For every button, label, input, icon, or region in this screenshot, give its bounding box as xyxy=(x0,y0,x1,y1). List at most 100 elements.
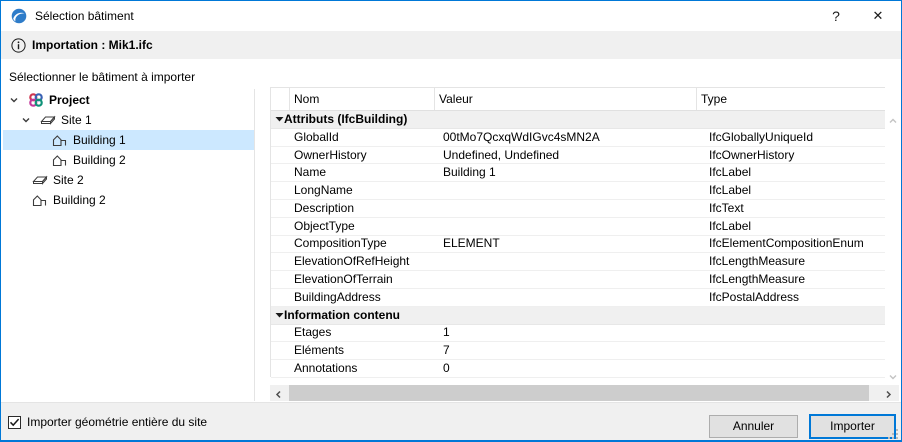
table-row[interactable]: NameBuilding 1IfcLabel xyxy=(271,164,885,182)
table-header: NomValeurType xyxy=(271,88,885,111)
tree-item-building-2[interactable]: Building 2 xyxy=(3,150,254,170)
collapse-triangle-icon[interactable] xyxy=(271,311,284,320)
scroll-left-icon[interactable] xyxy=(274,388,283,397)
cell-nom: OwnerHistory xyxy=(290,147,439,164)
table-row[interactable]: ElevationOfTerrainIfcLengthMeasure xyxy=(271,271,885,289)
cell-nom: CompositionType xyxy=(290,235,439,252)
tree-item-site-2[interactable]: Site 2 xyxy=(3,170,254,190)
cell-type: IfcElementCompositionEnum xyxy=(705,235,897,252)
import-button[interactable]: Importer xyxy=(809,414,896,439)
table-row[interactable]: ObjectTypeIfcLabel xyxy=(271,218,885,236)
cell-valeur: 1 xyxy=(439,324,705,341)
table-row[interactable]: Eléments7 xyxy=(271,342,885,360)
column-header-nom[interactable]: Nom xyxy=(290,88,435,110)
cell-nom: Annotations xyxy=(290,360,439,377)
tree-indent xyxy=(33,130,51,150)
tree-item-building-2[interactable]: Building 2 xyxy=(3,190,254,210)
cell-nom: Name xyxy=(290,164,439,181)
cell-type: IfcLabel xyxy=(705,218,897,235)
tree-item-label: Building 2 xyxy=(68,153,126,167)
title-bar: Sélection bâtiment ? ✕ xyxy=(1,1,901,31)
cell-type: IfcLengthMeasure xyxy=(705,271,897,288)
scroll-up-icon[interactable] xyxy=(888,115,898,125)
table-row[interactable]: Etages1 xyxy=(271,325,885,343)
cell-nom: GlobalId xyxy=(290,129,439,146)
tree-indent xyxy=(21,190,31,210)
table-body: Attributs (IfcBuilding) GlobalId00tMo7Qcx… xyxy=(271,111,885,378)
app-logo-icon xyxy=(11,8,27,24)
table-row[interactable]: Annotations0 xyxy=(271,360,885,378)
cell-type: IfcGloballyUniqueId xyxy=(705,129,897,146)
resize-grip-icon[interactable] xyxy=(886,427,898,439)
collapse-triangle-icon[interactable] xyxy=(271,115,284,124)
cell-nom: ObjectType xyxy=(290,218,439,235)
cell-type: IfcOwnerHistory xyxy=(705,147,897,164)
cell-type: IfcLabel xyxy=(705,164,897,181)
cell-type: IfcPostalAddress xyxy=(705,289,897,306)
horizontal-scrollbar[interactable] xyxy=(270,385,899,401)
cell-valeur: 7 xyxy=(439,342,705,359)
tree-item-project[interactable]: Project xyxy=(3,90,254,110)
select-building-label: Sélectionner le bâtiment à importer xyxy=(9,70,195,84)
header-gutter xyxy=(271,88,290,110)
cell-valeur: Building 1 xyxy=(439,164,705,181)
cancel-button[interactable]: Annuler xyxy=(709,415,798,438)
cell-nom: LongName xyxy=(290,182,439,199)
tree-item-label: Site 2 xyxy=(48,173,84,187)
section-title: Information contenu xyxy=(284,308,400,322)
building-icon xyxy=(31,192,48,208)
tree-item-label: Site 1 xyxy=(56,113,92,127)
table-row[interactable]: LongNameIfcLabel xyxy=(271,182,885,200)
cell-nom: Etages xyxy=(290,324,439,341)
table-row[interactable]: DescriptionIfcText xyxy=(271,200,885,218)
cell-type: IfcLengthMeasure xyxy=(705,253,897,270)
table-row[interactable]: BuildingAddressIfcPostalAddress xyxy=(271,289,885,307)
table-row[interactable]: GlobalId00tMo7QcxqWdIGvc4sMN2AIfcGloball… xyxy=(271,129,885,147)
site-icon xyxy=(39,112,56,128)
cell-valeur: 00tMo7QcxqWdIGvc4sMN2A xyxy=(439,129,705,146)
cell-nom: BuildingAddress xyxy=(290,289,439,306)
tree-indent xyxy=(33,150,51,170)
cell-type: IfcText xyxy=(705,200,897,217)
properties-table: NomValeurType Attributs (IfcBuilding) Glo… xyxy=(270,87,885,377)
tree-item-label: Building 1 xyxy=(68,133,126,147)
tree-item-label: Project xyxy=(44,93,90,107)
panel-divider xyxy=(254,89,255,401)
cell-valeur: Undefined, Undefined xyxy=(439,147,705,164)
checkbox-box[interactable] xyxy=(8,416,21,429)
cell-nom: Eléments xyxy=(290,342,439,359)
tree-item-label: Building 2 xyxy=(48,193,106,207)
scroll-right-icon[interactable] xyxy=(884,388,893,397)
vertical-scrollbar[interactable] xyxy=(885,111,901,385)
scrollbar-thumb[interactable] xyxy=(289,385,869,401)
help-button[interactable]: ? xyxy=(819,1,853,31)
tree-item-building-1[interactable]: Building 1 xyxy=(3,130,254,150)
tree-item-site-1[interactable]: Site 1 xyxy=(3,110,254,130)
building-icon xyxy=(51,132,68,148)
cell-type: IfcLabel xyxy=(705,182,897,199)
table-row[interactable]: ElevationOfRefHeightIfcLengthMeasure xyxy=(271,253,885,271)
table-section-header[interactable]: Attributs (IfcBuilding) xyxy=(271,111,885,129)
chevron-down-icon[interactable] xyxy=(21,110,39,130)
cell-nom: Description xyxy=(290,200,439,217)
import-file-label: Importation : Mik1.ifc xyxy=(32,31,153,59)
table-row[interactable]: CompositionTypeELEMENTIfcElementComposit… xyxy=(271,236,885,254)
scroll-down-icon[interactable] xyxy=(888,371,898,381)
import-site-geometry-checkbox[interactable]: Importer géométrie entière du site xyxy=(8,415,207,429)
checkbox-label: Importer géométrie entière du site xyxy=(21,415,207,429)
cell-valeur: ELEMENT xyxy=(439,235,705,252)
column-header-valeur[interactable]: Valeur xyxy=(435,88,697,110)
column-header-type[interactable]: Type xyxy=(697,88,885,110)
building-icon xyxy=(51,152,68,168)
building-selection-dialog: Sélection bâtiment ? ✕ Importation : Mik… xyxy=(0,0,902,442)
table-row[interactable]: OwnerHistoryUndefined, UndefinedIfcOwner… xyxy=(271,147,885,165)
project-icon xyxy=(27,92,44,108)
cell-nom: ElevationOfRefHeight xyxy=(290,253,439,270)
chevron-down-icon[interactable] xyxy=(9,90,27,110)
building-tree: Project Site 1 Building 1 Building 2 Site 2 B… xyxy=(3,90,254,210)
dialog-title: Sélection bâtiment xyxy=(35,1,134,31)
section-title: Attributs (IfcBuilding) xyxy=(284,112,407,126)
table-section-header[interactable]: Information contenu xyxy=(271,307,885,325)
close-button[interactable]: ✕ xyxy=(861,1,895,31)
import-info-bar: Importation : Mik1.ifc xyxy=(1,31,901,59)
